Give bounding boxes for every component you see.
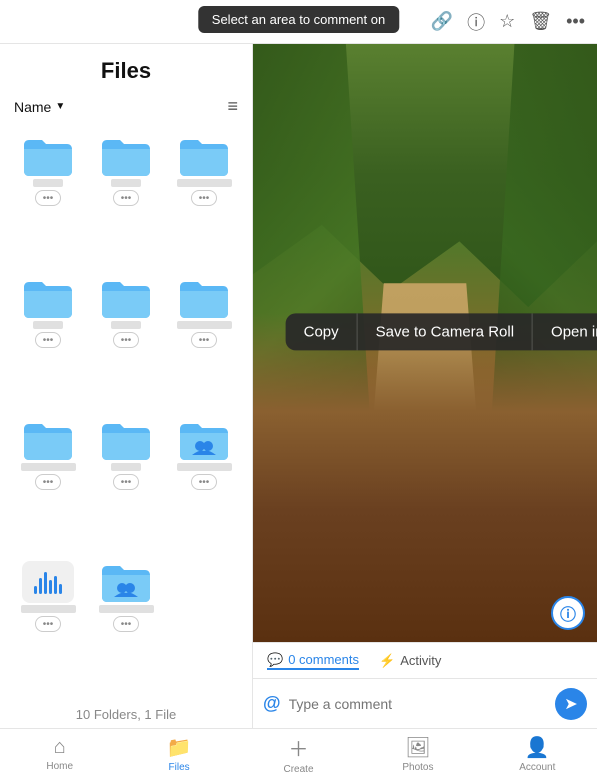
files-icon: 📁 (167, 735, 192, 760)
file-more-button[interactable]: ••• (35, 190, 61, 206)
nav-item-home[interactable]: ⌂ Home (0, 736, 119, 772)
comment-bubble-icon: 💬 (267, 652, 283, 668)
shared-folder-icon (178, 419, 230, 461)
right-panel: Copy Save to Camera Roll Open in... ⓘ 💬 … (253, 44, 597, 728)
file-more-button[interactable]: ••• (191, 190, 217, 206)
top-bar: Select an area to comment on 🔗 ⓘ ☆ 🗑 ••• (0, 0, 597, 44)
list-item[interactable]: ••• (10, 129, 86, 269)
file-more-button[interactable]: ••• (113, 190, 139, 206)
save-to-camera-roll-button[interactable]: Save to Camera Roll (358, 313, 533, 350)
file-more-button[interactable]: ••• (35, 616, 61, 632)
list-item[interactable]: ••• (88, 555, 164, 695)
folder-icon (22, 277, 74, 319)
nav-label-account: Account (519, 762, 555, 773)
file-more-button[interactable]: ••• (191, 332, 217, 348)
folder-icon (100, 135, 152, 177)
chevron-down-icon: ▼ (55, 101, 65, 112)
list-item[interactable]: ••• (88, 271, 164, 411)
file-name (111, 321, 141, 329)
comments-bar: 💬 0 comments ⚡ Activity (253, 642, 597, 678)
info-icon[interactable]: ⓘ (467, 9, 485, 35)
list-view-icon[interactable]: ≡ (227, 96, 238, 117)
comments-count-label: 0 comments (288, 652, 359, 667)
send-button[interactable]: ➤ (555, 688, 587, 720)
trash-icon[interactable]: 🗑 (529, 11, 552, 32)
file-name (177, 321, 232, 329)
activity-icon: ⚡ (379, 653, 395, 669)
files-title: Files (0, 44, 252, 92)
list-item[interactable]: ••• (88, 413, 164, 553)
files-grid: ••• ••• ••• (0, 125, 252, 699)
nav-label-photos: Photos (402, 762, 433, 773)
nav-label-create: Create (284, 764, 314, 775)
activity-tab[interactable]: ⚡ Activity (379, 653, 441, 669)
comment-input-bar: @ ➤ (253, 678, 597, 728)
context-menu: Copy Save to Camera Roll Open in... (286, 313, 597, 350)
file-name (177, 463, 232, 471)
file-more-button[interactable]: ••• (191, 474, 217, 490)
list-item[interactable]: ••• (166, 129, 242, 269)
list-item[interactable]: ••• (88, 129, 164, 269)
more-icon[interactable]: ••• (566, 11, 585, 32)
file-more-button[interactable]: ••• (35, 332, 61, 348)
account-icon: 👤 (525, 735, 550, 760)
create-icon: ＋ (289, 733, 309, 762)
folder-icon (100, 419, 152, 461)
trees-right (459, 44, 597, 493)
file-more-button[interactable]: ••• (113, 474, 139, 490)
file-name (33, 179, 63, 187)
nav-item-files[interactable]: 📁 Files (119, 735, 238, 773)
folder-icon (100, 277, 152, 319)
audio-file-icon (22, 561, 74, 603)
activity-label: Activity (400, 653, 441, 668)
folder-icon (178, 135, 230, 177)
file-name (177, 179, 232, 187)
bottom-nav: ⌂ Home 📁 Files ＋ Create 🖼 Photos 👤 Accou… (0, 728, 597, 778)
tooltip-bubble: Select an area to comment on (198, 6, 399, 33)
file-name (111, 463, 141, 471)
shared-folder-icon-2 (100, 561, 152, 603)
folder-icon (22, 135, 74, 177)
left-panel: Files Name ▼ ≡ ••• (0, 44, 253, 728)
star-icon[interactable]: ☆ (499, 11, 515, 32)
nav-item-create[interactable]: ＋ Create (239, 733, 358, 775)
at-icon: @ (263, 693, 281, 714)
file-name (33, 321, 63, 329)
sort-label: Name (14, 99, 51, 115)
files-toolbar: Name ▼ ≡ (0, 92, 252, 125)
file-name (21, 463, 76, 471)
nav-item-photos[interactable]: 🖼 Photos (358, 735, 477, 773)
list-item[interactable]: ••• (166, 413, 242, 553)
name-sort-button[interactable]: Name ▼ (14, 99, 65, 115)
image-container: Copy Save to Camera Roll Open in... ⓘ (253, 44, 597, 642)
list-item[interactable]: ••• (10, 271, 86, 411)
audio-waveform (34, 570, 62, 594)
file-name (21, 605, 76, 613)
folder-icon (178, 277, 230, 319)
home-icon: ⌂ (54, 736, 66, 759)
files-count: 10 Folders, 1 File (0, 699, 252, 728)
main-split: Files Name ▼ ≡ ••• (0, 44, 597, 728)
file-more-button[interactable]: ••• (35, 474, 61, 490)
file-more-button[interactable]: ••• (113, 616, 139, 632)
file-name (99, 605, 154, 613)
comments-tab[interactable]: 💬 0 comments (267, 652, 359, 670)
nav-label-files: Files (169, 762, 190, 773)
open-in-button[interactable]: Open in... (533, 313, 597, 350)
nav-item-account[interactable]: 👤 Account (478, 735, 597, 773)
list-item[interactable]: ••• (10, 555, 86, 695)
list-item[interactable]: ••• (10, 413, 86, 553)
trees-left (253, 44, 408, 522)
top-bar-actions: 🔗 ⓘ ☆ 🗑 ••• (431, 9, 585, 35)
info-button[interactable]: ⓘ (551, 596, 585, 630)
link-icon[interactable]: 🔗 (431, 11, 453, 32)
copy-button[interactable]: Copy (286, 313, 358, 350)
file-name (111, 179, 141, 187)
photos-icon: 🖼 (405, 735, 430, 760)
comment-input[interactable] (289, 696, 547, 712)
nav-label-home: Home (46, 761, 73, 772)
list-item[interactable]: ••• (166, 271, 242, 411)
file-more-button[interactable]: ••• (113, 332, 139, 348)
folder-icon (22, 419, 74, 461)
